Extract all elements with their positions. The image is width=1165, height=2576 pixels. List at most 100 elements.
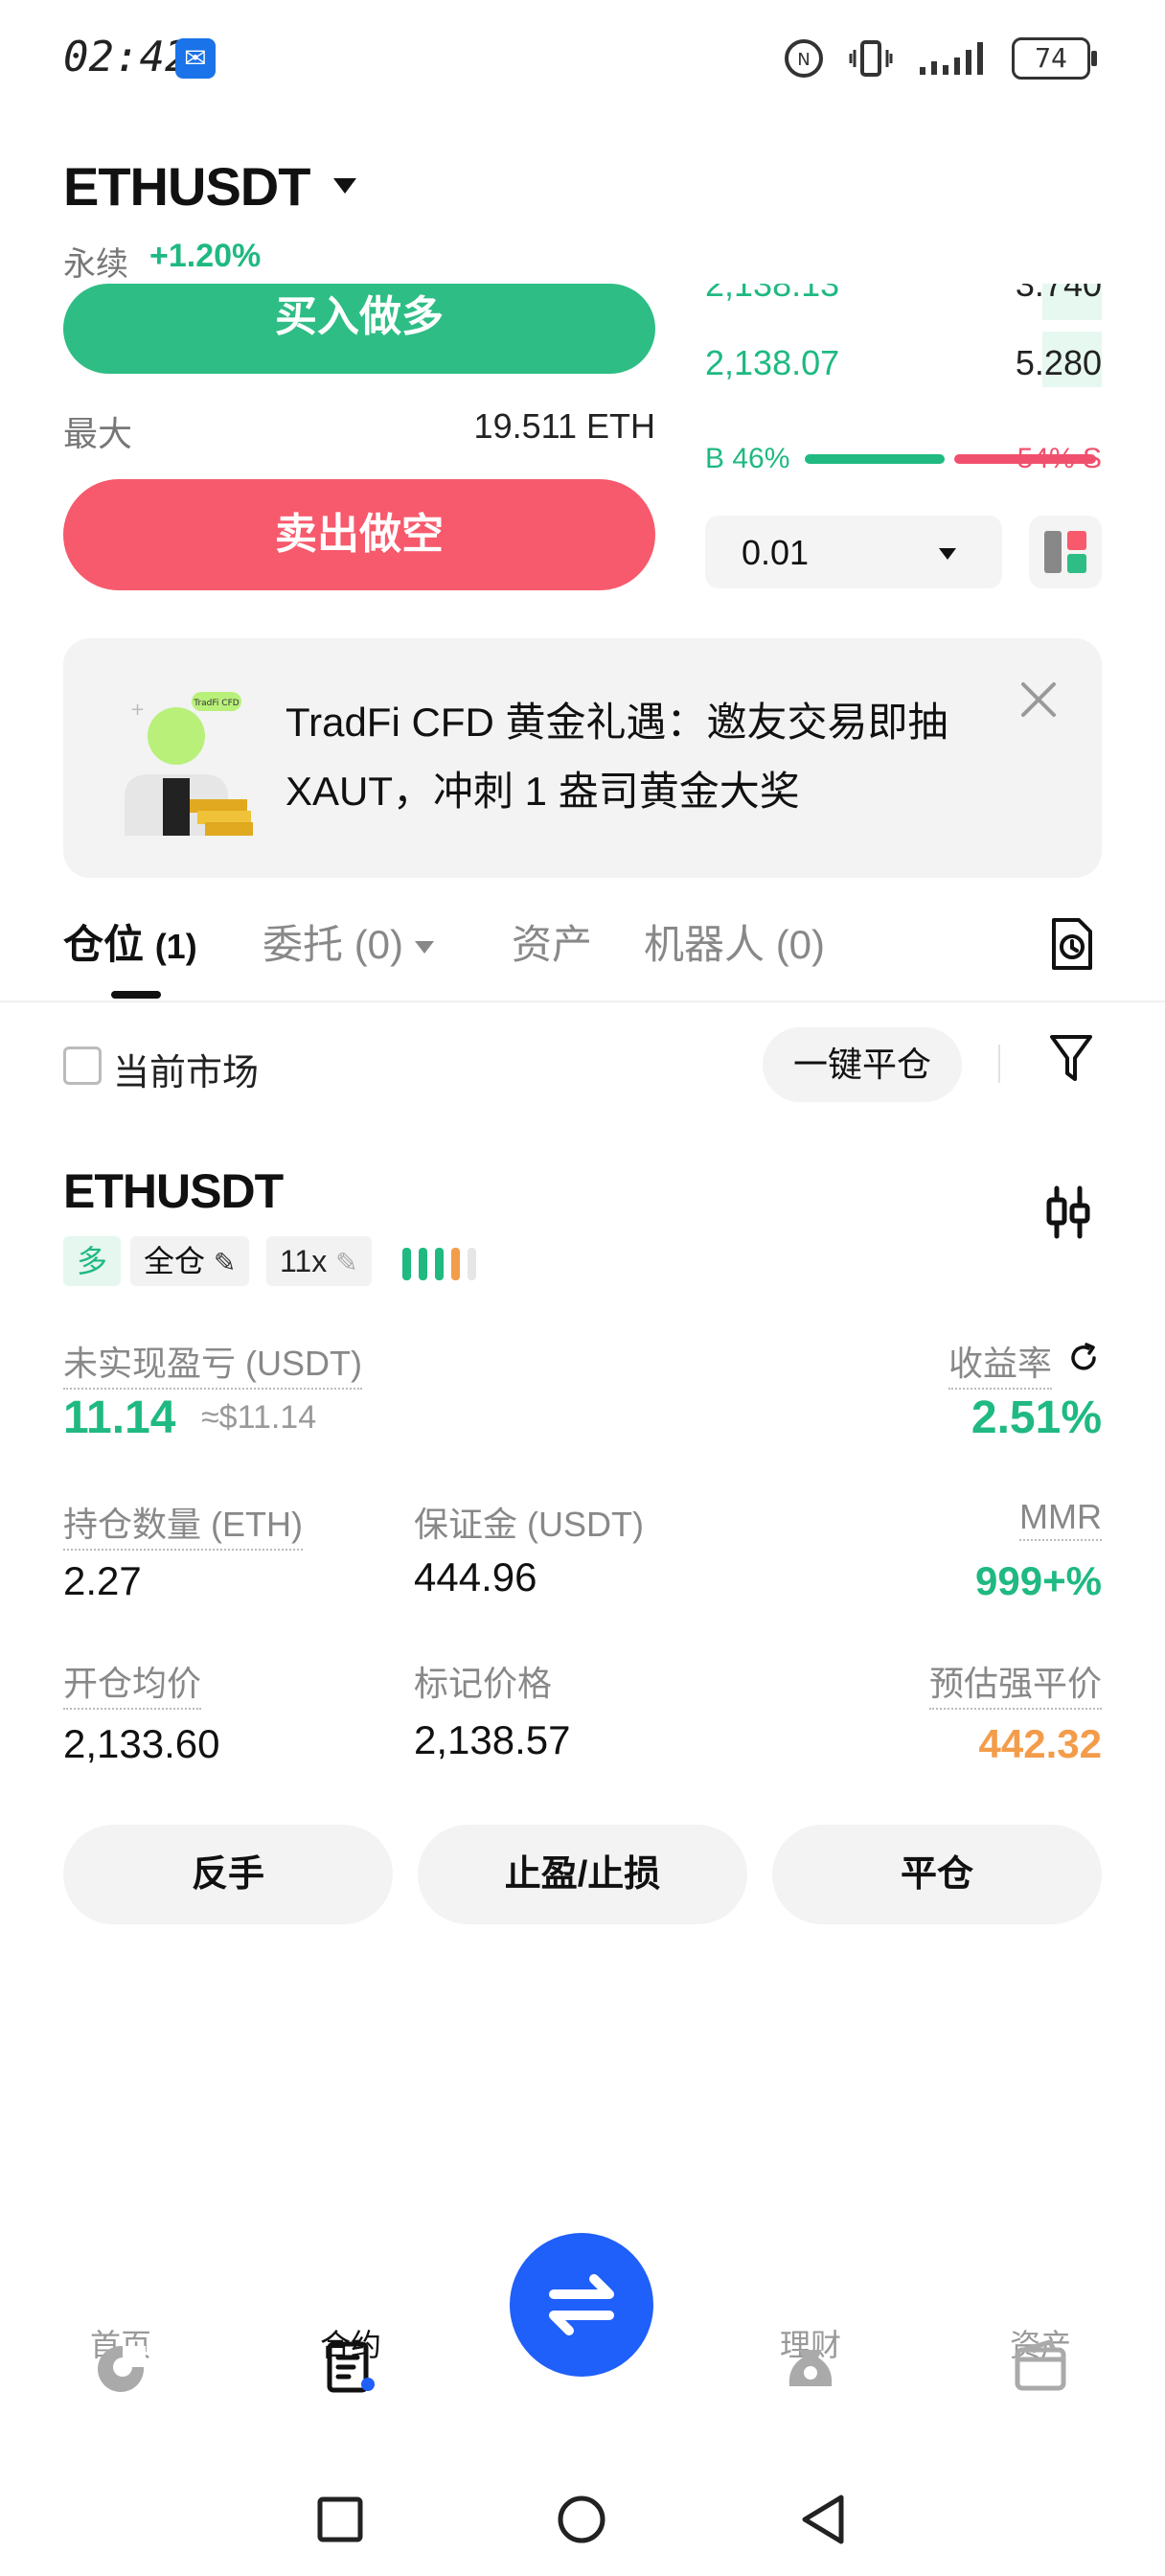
tab-orders[interactable]: 委托 (0) [263,912,434,971]
risk-bar [468,1248,476,1280]
vibrate-icon [849,40,893,77]
nav-home[interactable]: 首页 [54,2321,188,2392]
risk-bar [402,1248,411,1280]
refresh-icon[interactable] [1067,1342,1100,1374]
mmr-value: 999+% [975,1558,1102,1603]
margin-value: 444.96 [414,1554,537,1599]
position-tabs: 仓位 (1) 委托 (0) 资产 机器人 (0) [63,912,1102,979]
mmr-label[interactable]: MMR [1019,1497,1102,1541]
status-bar: 02:42 ✉ N 74 [0,0,1165,125]
pair-title[interactable]: ETHUSDT [63,155,310,218]
candlestick-chart-icon[interactable] [1044,1184,1092,1240]
mark-price-value: 2,138.57 [414,1717,571,1762]
orderbook-layout-button[interactable] [1029,516,1102,588]
nav-earn[interactable]: 理财 [743,2321,878,2386]
nav-assets[interactable]: 资产 [973,2321,1108,2391]
contract-type: 永续 [63,246,128,283]
unrealized-pnl-label[interactable]: 未实现盈亏 (USDT) [63,1336,362,1390]
recents-icon[interactable] [316,2496,364,2543]
risk-level-bars [402,1248,476,1280]
edit-icon: ✎ [335,1248,358,1277]
depth-step-value: 0.01 [742,533,810,572]
tab-positions[interactable]: 仓位 (1) [63,912,197,971]
pair-dropdown-caret-icon[interactable] [333,178,356,194]
orderbook-qty: 5.280 [1015,343,1102,382]
liq-price-label[interactable]: 预估强平价 [928,1656,1102,1710]
unrealized-pnl-value: 11.14 [63,1392,176,1443]
svg-text:+: + [130,700,145,720]
tab-count: (1) [154,927,197,966]
svg-text:N: N [797,50,810,70]
mark-price-label: 标记价格 [414,1664,553,1703]
wallet-icon [1015,2339,1066,2391]
divider [0,1000,1165,1002]
system-nav-bar [0,2472,1165,2576]
max-label: 最大 [63,414,133,453]
active-tab-indicator [111,991,161,999]
tab-label: 仓位 [63,922,145,967]
tab-bots[interactable]: 机器人 (0) [644,912,825,971]
unrealized-pnl-usd: ≈$11.14 [201,1399,317,1436]
current-market-checkbox[interactable] [63,1046,102,1085]
buy-ratio: B 46% [705,443,790,474]
history-icon[interactable] [1048,916,1094,972]
buy-sell-ratio: B 46% 54% S [705,443,1102,475]
tp-sl-button[interactable]: 止盈/止损 [418,1825,747,1924]
margin-mode-tag[interactable]: 全仓 ✎ [130,1236,250,1286]
tab-count: (0) [354,922,404,967]
reverse-button[interactable]: 反手 [63,1825,393,1924]
chevron-down-icon [414,941,434,954]
swap-icon [549,2274,614,2335]
futures-icon [327,2341,375,2393]
buy-ratio-bar [805,454,945,464]
position-size-label[interactable]: 持仓数量 (ETH) [63,1497,303,1551]
margin-mode-label: 全仓 [144,1244,206,1278]
signal-icon [920,42,983,75]
buy-long-button[interactable]: 买入做多 [63,284,655,374]
tab-label: 资产 [512,922,593,967]
current-market-label: 当前市场 [113,1053,260,1093]
leverage-tag[interactable]: 11x ✎ [266,1236,372,1286]
tab-assets[interactable]: 资产 [512,912,592,971]
close-all-button[interactable]: 一键平仓 [763,1027,962,1102]
filter-icon[interactable] [1048,1031,1094,1085]
tab-label: 委托 [263,922,344,967]
depth-step-select[interactable]: 0.01 [705,516,1002,588]
risk-bar [419,1248,427,1280]
margin-label: 保证金 (USDT) [414,1505,644,1544]
back-icon[interactable] [797,2494,849,2545]
tab-count: (0) [775,922,826,967]
nav-futures[interactable]: 合约 [284,2321,418,2393]
battery-indicator: 74 [1012,37,1097,80]
earn-icon [788,2350,833,2386]
promo-text: TradFi CFD 黄金礼遇：邀友交易即抽 XAUT，冲刺 1 盎司黄金大奖 [286,700,948,814]
status-time: 02:42 [63,33,191,81]
risk-bar [435,1248,444,1280]
orderbook-row[interactable]: 2,138.07 5.280 [705,332,1102,401]
leverage-label: 11x [280,1244,328,1278]
nfc-icon: N [785,39,823,78]
layout-icon [1044,531,1086,573]
entry-price-value: 2,133.60 [63,1721,220,1766]
risk-bar [451,1248,460,1280]
trade-fab-button[interactable] [510,2233,653,2377]
sell-short-button[interactable]: 卖出做空 [63,479,655,590]
divider [998,1045,1000,1083]
close-position-button[interactable]: 平仓 [772,1825,1102,1924]
status-icons: N 74 [784,34,1097,82]
tab-label: 机器人 [644,922,765,967]
home-button-icon[interactable] [556,2494,607,2545]
position-size-value: 2.27 [63,1558,142,1603]
mail-icon: ✉ [175,38,216,79]
max-value: 19.511 ETH [473,406,655,446]
close-icon[interactable] [1019,680,1058,719]
roe-label: 收益率 [948,1336,1052,1390]
promo-badge: TradFi CFD [193,699,239,708]
sell-ratio: 54% S [1017,443,1102,474]
entry-price-label[interactable]: 开仓均价 [63,1656,202,1710]
promo-illustration: TradFi CFD + [123,692,257,836]
chevron-down-icon [939,548,956,560]
roe-value: 2.51% [971,1392,1102,1443]
position-symbol[interactable]: ETHUSDT [63,1163,284,1219]
edit-icon: ✎ [213,1248,237,1277]
